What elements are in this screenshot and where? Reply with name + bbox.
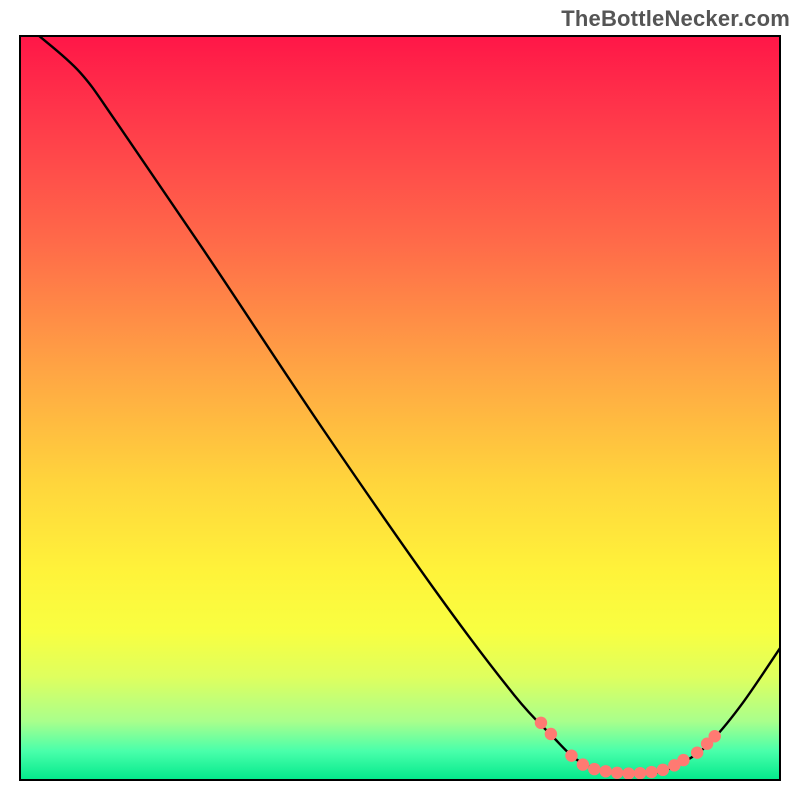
watermark-text: TheBottleNecker.com — [561, 6, 790, 32]
bottleneck-chart: TheBottleNecker.com — [0, 0, 800, 800]
plot-gradient-background — [19, 35, 781, 781]
